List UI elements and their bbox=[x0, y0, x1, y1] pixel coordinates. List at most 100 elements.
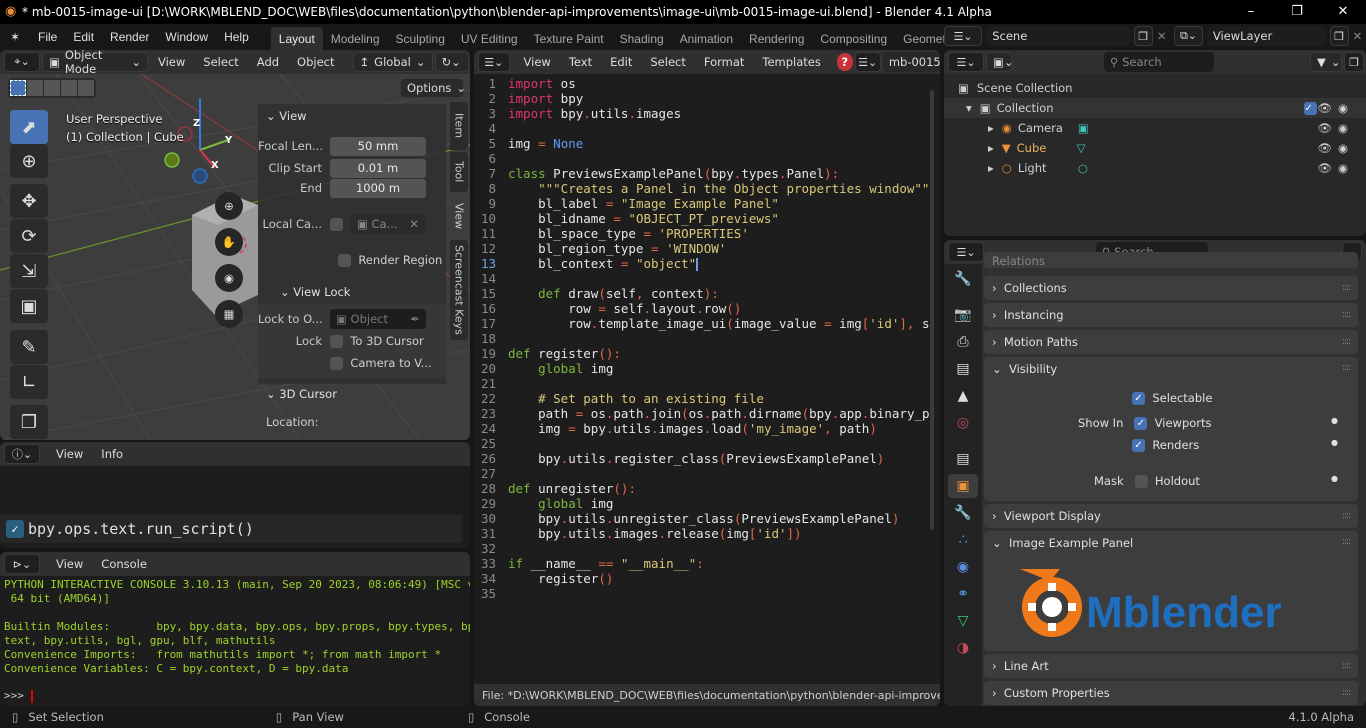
selectable-checkbox[interactable]: ✓ bbox=[1132, 392, 1145, 405]
tab-animation[interactable]: Animation bbox=[672, 27, 741, 50]
mesh-data-icon[interactable]: ▽ bbox=[1077, 141, 1086, 155]
lock-cursor-checkbox[interactable] bbox=[330, 334, 343, 348]
drag-handle-icon[interactable]: :::: bbox=[1342, 661, 1351, 671]
move-tool[interactable]: ✥ bbox=[10, 184, 48, 218]
world-tab-icon[interactable]: ◎ bbox=[948, 411, 978, 435]
code-scrollbar[interactable] bbox=[930, 90, 934, 530]
sidebar-tab-view[interactable]: View bbox=[450, 194, 468, 238]
eye-icon[interactable]: 👁 bbox=[1317, 141, 1338, 155]
pivot-dropdown[interactable]: ↻⌄ bbox=[434, 52, 469, 72]
light-data-icon[interactable]: ○ bbox=[1078, 161, 1088, 175]
renders-checkbox[interactable]: ✓ bbox=[1132, 439, 1145, 452]
menu-edit[interactable]: Edit bbox=[65, 30, 102, 44]
transform-tool[interactable]: ▣ bbox=[10, 289, 48, 323]
drag-handle-icon[interactable]: :::: bbox=[1342, 310, 1351, 320]
remove-scene-icon[interactable]: ✕ bbox=[1157, 29, 1170, 43]
select-subtract-icon[interactable] bbox=[44, 80, 60, 96]
tab-layout[interactable]: Layout bbox=[270, 27, 323, 50]
cursor-tool[interactable]: ⊕ bbox=[10, 144, 48, 178]
menu-view[interactable]: View bbox=[150, 55, 193, 69]
eyedropper-icon[interactable]: ✒ bbox=[410, 312, 420, 326]
close-button[interactable]: ✕ bbox=[1320, 0, 1366, 24]
text-name-field[interactable]: mb-0015-i bbox=[882, 52, 940, 72]
axis-y-label[interactable]: Y bbox=[225, 135, 232, 146]
mode-dropdown[interactable]: ▣ Object Mode ⌄ bbox=[42, 50, 148, 76]
menu-view[interactable]: View bbox=[516, 55, 559, 69]
3d-cursor-header[interactable]: ⌄ 3D Cursor bbox=[258, 384, 446, 404]
rotate-tool[interactable]: ⟳ bbox=[10, 219, 48, 253]
keyframe-dot-icon[interactable]: ● bbox=[1331, 474, 1338, 483]
tab-modeling[interactable]: Modeling bbox=[323, 27, 388, 50]
remove-viewlayer-icon[interactable]: ✕ bbox=[1353, 29, 1366, 43]
editor-type-console-icon[interactable]: ⊳⌄ bbox=[4, 554, 40, 574]
collection-tab-icon[interactable]: ▤ bbox=[948, 447, 978, 471]
drag-handle-icon[interactable]: :::: bbox=[1342, 537, 1351, 547]
axis-x-label[interactable]: X bbox=[211, 160, 219, 171]
menu-format[interactable]: Format bbox=[696, 55, 753, 69]
editor-type-outliner-icon[interactable]: ☰⌄ bbox=[948, 52, 984, 72]
exclude-checkbox[interactable]: ✓ bbox=[1304, 102, 1318, 115]
tab-sculpting[interactable]: Sculpting bbox=[388, 27, 453, 50]
tab-rendering[interactable]: Rendering bbox=[741, 27, 812, 50]
constraints-tab-icon[interactable]: ⚭ bbox=[948, 582, 978, 606]
tab-shading[interactable]: Shading bbox=[612, 27, 672, 50]
blender-menu-icon[interactable]: ✶ bbox=[0, 30, 30, 44]
code-area[interactable]: 1 import os 2 import bpy 3 import bpy.utils.i… bbox=[474, 76, 930, 676]
viewports-checkbox[interactable]: ✓ bbox=[1134, 417, 1148, 430]
outliner-row-camera[interactable]: ▸ ◉ Camera ▣ 👁◉ bbox=[944, 118, 1366, 138]
clip-start-field[interactable]: 0.01 m bbox=[330, 158, 426, 178]
menu-view[interactable]: View bbox=[48, 447, 91, 461]
menu-edit[interactable]: Edit bbox=[602, 55, 640, 69]
editor-type-3d-icon[interactable]: ⌖⌄ bbox=[4, 52, 40, 72]
select-invert-icon[interactable] bbox=[61, 80, 77, 96]
clip-end-field[interactable]: 1000 m bbox=[330, 178, 426, 198]
render-region-checkbox[interactable] bbox=[338, 253, 351, 267]
drag-handle-icon[interactable]: :::: bbox=[1342, 337, 1351, 347]
material-tab-icon[interactable]: ◑ bbox=[948, 636, 978, 660]
outliner-row-scene-collection[interactable]: ▣ Scene Collection bbox=[944, 78, 1366, 98]
menu-select[interactable]: Select bbox=[195, 55, 246, 69]
physics-tab-icon[interactable]: ◉ bbox=[948, 555, 978, 579]
drag-handle-icon[interactable]: :::: bbox=[1342, 363, 1351, 373]
text-browse-icon[interactable]: ☰⌄ bbox=[854, 52, 881, 72]
sidebar-tab-tool[interactable]: Tool bbox=[450, 152, 468, 192]
visibility-header[interactable]: ⌄ Visibility:::: bbox=[992, 362, 1358, 376]
options-dropdown[interactable]: Options ⌄ bbox=[400, 78, 466, 98]
section-line-art[interactable]: › Line Art:::: bbox=[984, 654, 1358, 678]
data-tab-icon[interactable]: ▽ bbox=[948, 609, 978, 633]
row-toggles[interactable]: ✓👁◉ bbox=[1304, 101, 1354, 115]
keyframe-dot-icon[interactable]: ● bbox=[1331, 438, 1338, 447]
output-tab-icon[interactable]: ⎙ bbox=[948, 330, 978, 354]
display-mode-dropdown[interactable]: ▣⌄ bbox=[986, 52, 1014, 72]
camera-render-icon[interactable]: ◉ bbox=[1338, 101, 1354, 115]
tab-uv-editing[interactable]: UV Editing bbox=[453, 27, 526, 50]
sidebar-tab-item[interactable]: Item bbox=[450, 102, 468, 150]
editor-type-text-icon[interactable]: ☰⌄ bbox=[478, 52, 510, 72]
scene-icon[interactable]: ☰⌄ bbox=[944, 26, 983, 46]
view-lock-header[interactable]: ⌄ View Lock bbox=[258, 282, 446, 302]
new-scene-icon[interactable]: ❐ bbox=[1133, 26, 1153, 46]
select-box-tool[interactable]: ⬈ bbox=[10, 110, 48, 144]
filter-dropdown[interactable]: ▼ ⌄ bbox=[1310, 52, 1342, 72]
camera-render-icon[interactable]: ◉ bbox=[1338, 121, 1354, 135]
camera-view-icon[interactable]: ◉ bbox=[215, 264, 243, 292]
console-prompt[interactable]: >>> bbox=[4, 689, 33, 703]
view-section-header[interactable]: ⌄ View bbox=[258, 106, 446, 126]
outliner-row-light[interactable]: ▸ ○ Light ○ 👁◉ bbox=[944, 158, 1366, 178]
eye-icon[interactable]: 👁 bbox=[1317, 161, 1338, 175]
local-camera-checkbox[interactable] bbox=[330, 217, 343, 231]
select-intersect-icon[interactable] bbox=[78, 80, 94, 96]
row-toggles[interactable]: 👁◉ bbox=[1317, 121, 1354, 135]
scene-tab-icon[interactable]: ▲ bbox=[948, 384, 978, 408]
section-viewport-display[interactable]: › Viewport Display:::: bbox=[984, 504, 1358, 528]
tool-tab-icon[interactable]: 🔧 bbox=[948, 267, 978, 291]
camera-render-icon[interactable]: ◉ bbox=[1338, 141, 1354, 155]
editor-type-info-icon[interactable]: ⓘ⌄ bbox=[4, 444, 40, 464]
particles-tab-icon[interactable]: ∴ bbox=[948, 528, 978, 552]
menu-add[interactable]: Add bbox=[249, 55, 287, 69]
menu-select[interactable]: Select bbox=[642, 55, 693, 69]
select-new-icon[interactable] bbox=[10, 80, 26, 96]
ortho-grid-icon[interactable]: ▦ bbox=[215, 300, 243, 328]
menu-object[interactable]: Object bbox=[289, 55, 342, 69]
menu-help[interactable]: Help bbox=[216, 30, 257, 44]
